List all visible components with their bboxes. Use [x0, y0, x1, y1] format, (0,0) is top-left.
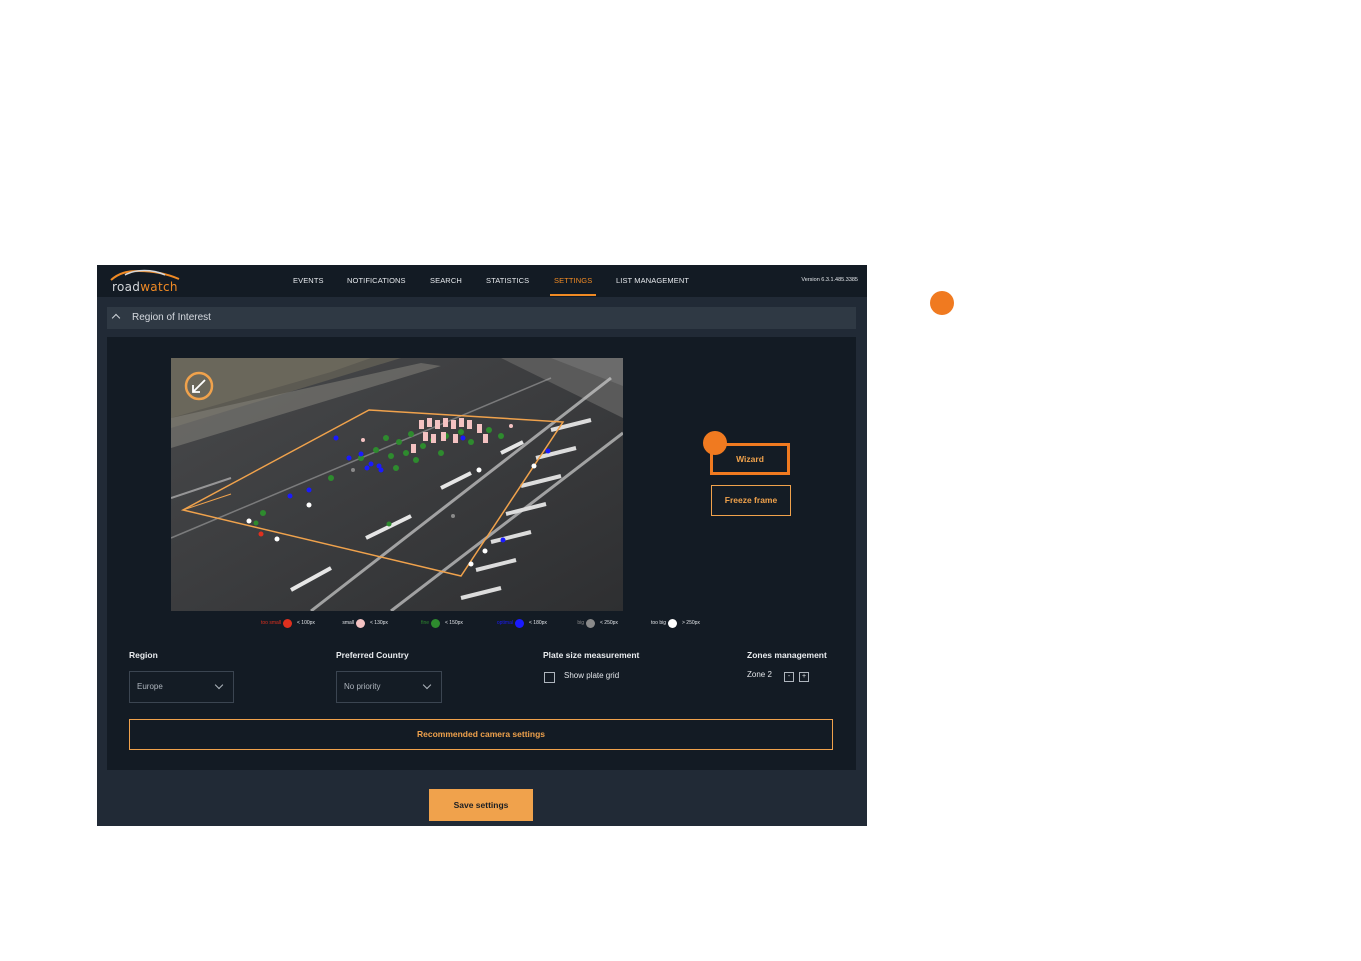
freeze-frame-button[interactable]: Freeze frame — [711, 485, 791, 516]
plate-size-legend: too small < 100px small < 130px fine < 1… — [107, 618, 856, 630]
annotation-marker — [930, 291, 954, 315]
show-plate-grid-label[interactable]: Show plate grid — [564, 671, 619, 680]
zone-decrement-button[interactable]: - — [784, 672, 794, 682]
zone-value: Zone 2 — [747, 670, 772, 679]
legend-dot — [356, 619, 365, 628]
preferred-country-value: No priority — [344, 682, 381, 691]
region-select[interactable]: Europe — [129, 671, 234, 703]
app-window: roadwatch EVENTS NOTIFICATIONS SEARCH ST… — [97, 265, 867, 826]
legend-dot — [668, 619, 677, 628]
nav-list-management[interactable]: LIST MANAGEMENT — [616, 265, 689, 297]
legend-range: < 130px — [370, 620, 388, 626]
section-title: Region of Interest — [132, 312, 211, 323]
plate-size-label: Plate size measurement — [543, 650, 640, 660]
annotation-marker — [703, 431, 727, 455]
region-of-interest-panel: Wizard Freeze frame too small < 100px sm… — [107, 337, 856, 770]
legend-name: small — [342, 620, 354, 626]
camera-frame-image — [171, 358, 623, 611]
legend-name: big — [577, 620, 584, 626]
nav-notifications[interactable]: NOTIFICATIONS — [347, 265, 406, 297]
show-plate-grid-checkbox[interactable] — [544, 672, 555, 683]
nav-search[interactable]: SEARCH — [430, 265, 462, 297]
logo-text: roadwatch — [112, 280, 178, 294]
version-label: Version 6.3.1.485.3385 — [801, 277, 858, 283]
nav-events[interactable]: EVENTS — [293, 265, 324, 297]
chevron-down-icon — [422, 680, 432, 690]
roadwatch-logo[interactable]: roadwatch — [109, 267, 185, 295]
legend-dot — [586, 619, 595, 628]
legend-range: > 250px — [682, 620, 700, 626]
legend-range: < 100px — [297, 620, 315, 626]
legend-range: < 250px — [600, 620, 618, 626]
region-label: Region — [129, 650, 158, 660]
save-settings-button[interactable]: Save settings — [429, 789, 533, 821]
region-select-value: Europe — [137, 682, 163, 691]
nav-settings[interactable]: SETTINGS — [549, 265, 597, 297]
nav-statistics[interactable]: STATISTICS — [486, 265, 529, 297]
logo-text-prefix: road — [112, 280, 141, 294]
legend-name: fine — [420, 620, 429, 626]
legend-range: < 180px — [529, 620, 547, 626]
top-navigation-bar: roadwatch EVENTS NOTIFICATIONS SEARCH ST… — [97, 265, 867, 297]
camera-view[interactable] — [171, 358, 623, 611]
legend-name: too big — [650, 620, 666, 626]
logo-text-suffix: watch — [140, 280, 178, 294]
legend-dot — [283, 619, 292, 628]
zones-management-label: Zones management — [747, 650, 827, 660]
region-of-interest-header[interactable]: Region of Interest — [107, 307, 856, 329]
chevron-up-icon — [111, 313, 121, 323]
zone-increment-button[interactable]: + — [799, 672, 809, 682]
legend-dot — [515, 619, 524, 628]
legend-range: < 150px — [445, 620, 463, 626]
legend-name: too small — [260, 620, 281, 626]
preferred-country-label: Preferred Country — [336, 650, 409, 660]
preferred-country-select[interactable]: No priority — [336, 671, 442, 703]
legend-name: optimal — [496, 620, 513, 626]
legend-dot — [431, 619, 440, 628]
chevron-down-icon — [214, 680, 224, 690]
recommended-camera-settings-button[interactable]: Recommended camera settings — [129, 719, 833, 750]
